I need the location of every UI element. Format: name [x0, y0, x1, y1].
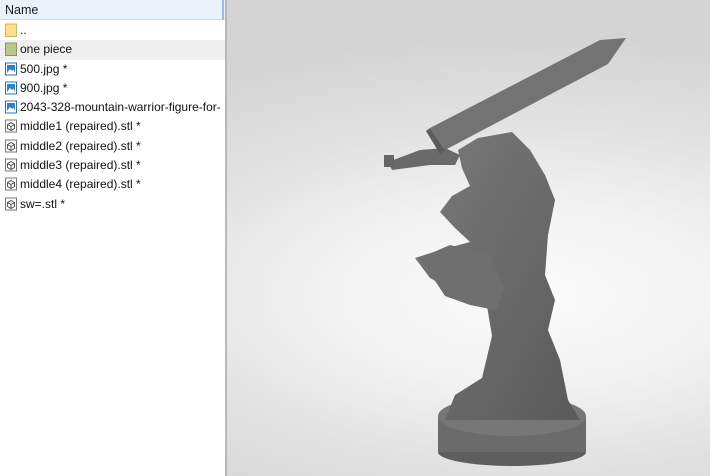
name-column-label: Name [5, 3, 39, 17]
image-file-icon [5, 100, 17, 114]
file-name: middle3 (repaired).stl * [20, 158, 141, 173]
file-name: one piece [20, 42, 73, 57]
stl-file-icon [5, 139, 17, 153]
folder-icon [5, 23, 17, 37]
file-name: middle2 (repaired).stl * [20, 138, 141, 153]
file-name: 2043-328-mountain-warrior-figure-for- [20, 100, 221, 115]
image-file-icon [5, 81, 17, 95]
list-item-file[interactable]: middle1 (repaired).stl * [0, 117, 225, 136]
list-item-parent-folder[interactable]: .. [0, 21, 225, 40]
list-item-file[interactable]: 2043-328-mountain-warrior-figure-for- [0, 98, 225, 117]
column-resize-handle[interactable] [222, 0, 224, 20]
stl-file-icon [5, 177, 17, 191]
file-name: .. [20, 23, 27, 37]
stl-file-icon [5, 197, 17, 211]
file-name: 500.jpg * [20, 61, 68, 76]
list-item-folder[interactable]: one piece [0, 40, 225, 60]
list-item-file[interactable]: sw=.stl * [0, 195, 225, 214]
list-item-file[interactable]: 500.jpg * [0, 60, 225, 79]
file-name: middle4 (repaired).stl * [20, 177, 141, 192]
warrior-figure-model [384, 38, 626, 466]
3d-preview-viewport[interactable] [227, 0, 710, 476]
list-item-file[interactable]: 900.jpg * [0, 79, 225, 98]
file-name: sw=.stl * [20, 196, 66, 211]
list-item-file[interactable]: middle3 (repaired).stl * [0, 156, 225, 175]
file-list: .. one piece 500.jpg * 900.jpg * 2043-32… [0, 21, 225, 214]
file-name: middle1 (repaired).stl * [20, 119, 141, 134]
list-item-file[interactable]: middle2 (repaired).stl * [0, 137, 225, 156]
name-column-header[interactable]: Name [0, 0, 225, 20]
file-name: 900.jpg * [20, 80, 68, 95]
stl-file-icon [5, 158, 17, 172]
image-file-icon [5, 62, 17, 76]
stl-file-icon [5, 119, 17, 133]
file-browser-pane: Name .. one piece 500.jpg * 900.jpg * 20… [0, 0, 225, 476]
folder-icon [5, 42, 17, 57]
list-item-file[interactable]: middle4 (repaired).stl * [0, 175, 225, 194]
